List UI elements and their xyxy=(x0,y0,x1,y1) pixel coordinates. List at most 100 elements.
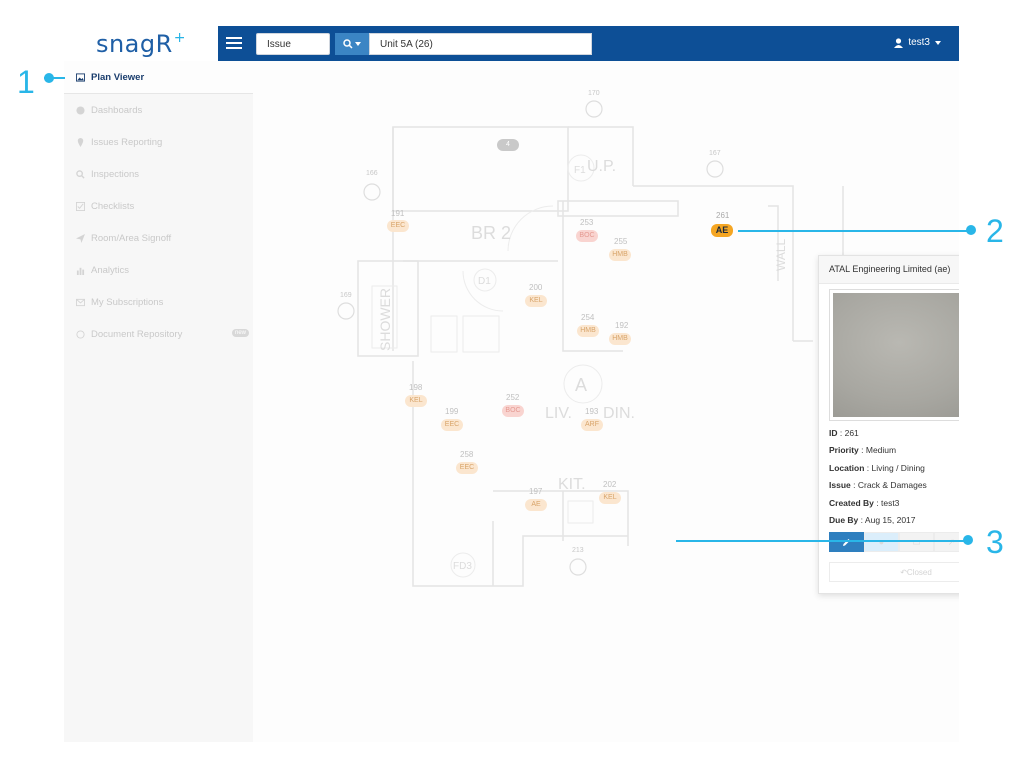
search-icon xyxy=(76,169,85,179)
callout-number-2: 2 xyxy=(986,213,1004,249)
issue-pin[interactable]: HMB xyxy=(609,249,631,261)
issue-pin[interactable]: 4 xyxy=(497,139,519,151)
sidebar-item-label: My Subscriptions xyxy=(91,296,164,308)
logo[interactable]: snagR+ xyxy=(64,26,218,61)
sidebar-item-analytics[interactable]: Analytics xyxy=(64,254,253,286)
room-label-liv: LIV. xyxy=(545,405,572,422)
sidebar-item-label: Document Repository xyxy=(91,328,183,340)
share-icon: ↗ xyxy=(948,537,956,548)
crosshair-marker-icon[interactable] xyxy=(569,558,587,576)
pin-id: 261 xyxy=(716,211,730,220)
marker-id: 169 xyxy=(340,292,352,299)
circle-label-f1: F1 xyxy=(574,165,586,176)
sidebar-item-my-subscriptions[interactable]: My Subscriptions xyxy=(64,286,253,318)
pin-id: 191 xyxy=(391,209,405,218)
photo-button[interactable]: ▭ xyxy=(899,532,934,552)
sidebar: Plan Viewer Dashboards Issues Reporting … xyxy=(64,61,253,742)
pin-id: 193 xyxy=(585,407,599,416)
crosshair-marker-icon[interactable] xyxy=(585,100,603,118)
camera-icon: ▭ xyxy=(912,537,921,548)
issue-pin[interactable]: BOC xyxy=(502,405,524,417)
issue-id: ID : 261 xyxy=(829,428,859,438)
issue-pin[interactable]: EEC xyxy=(456,462,478,474)
issue-pin[interactable]: KEL xyxy=(405,395,427,407)
bar-chart-icon xyxy=(76,267,85,275)
share-button[interactable]: ↗ xyxy=(934,532,959,552)
issue-pin[interactable]: HMB xyxy=(577,325,599,337)
plan-viewer-canvas[interactable]: BR 2 U.P. LIV. DIN. KIT. OF SHOWER WALL … xyxy=(253,61,959,742)
sidebar-item-document-repository[interactable]: Document Repository new xyxy=(64,318,253,350)
search-input[interactable]: Unit 5A (26) xyxy=(369,33,592,55)
checklist-icon xyxy=(76,201,85,211)
selected-issue-pin[interactable]: AE xyxy=(711,224,733,237)
crosshair-marker-icon[interactable] xyxy=(363,183,381,201)
edit-button[interactable] xyxy=(829,532,864,552)
user-name: test3 xyxy=(908,37,930,48)
top-bar: Issue Unit 5A (26) test3 xyxy=(218,26,959,61)
document-icon xyxy=(76,329,85,339)
sidebar-item-inspections[interactable]: Inspections xyxy=(64,158,253,190)
pin-id: 255 xyxy=(614,237,628,246)
circle-label-d1: D1 xyxy=(478,276,491,287)
issue-pin[interactable]: BOC xyxy=(576,230,598,242)
sidebar-item-label: Analytics xyxy=(91,264,130,276)
callout-number-3: 3 xyxy=(986,524,1004,560)
marker-id: 213 xyxy=(572,547,584,554)
app-window: snagR+ Issue Unit 5A (26) test3 Plan Vie… xyxy=(64,26,959,742)
pin-id: 253 xyxy=(580,218,594,227)
issue-pin[interactable]: ARF xyxy=(581,419,603,431)
issue-pin[interactable]: EEC xyxy=(387,220,409,232)
room-label-up: U.P. xyxy=(587,158,616,175)
marker-id: 167 xyxy=(709,150,721,157)
pin-id: 197 xyxy=(529,487,543,496)
issue-pin[interactable]: KEL xyxy=(525,295,547,307)
user-menu[interactable]: test3 xyxy=(894,37,941,48)
room-label-kit: KIT. xyxy=(558,476,586,493)
sidebar-item-label: Checklists xyxy=(91,200,135,212)
search-icon xyxy=(343,39,353,49)
issue-pin[interactable]: EEC xyxy=(441,419,463,431)
sidebar-item-label: Inspections xyxy=(91,168,140,180)
pin-id: 254 xyxy=(581,313,595,322)
sidebar-item-room-area-signoff[interactable]: Room/Area Signoff xyxy=(64,222,253,254)
callout-dot-1 xyxy=(44,73,54,83)
sidebar-item-issues-reporting[interactable]: Issues Reporting xyxy=(64,126,253,158)
closed-button[interactable]: ↶Closed xyxy=(829,562,959,582)
issue-priority: Priority : Medium xyxy=(829,445,897,455)
hamburger-menu-icon[interactable] xyxy=(224,33,244,53)
callout-dot-2 xyxy=(966,225,976,235)
search-button[interactable] xyxy=(335,33,369,55)
sidebar-item-plan-viewer[interactable]: Plan Viewer xyxy=(64,61,253,94)
callout-number-1: 1 xyxy=(17,64,35,100)
callout-dot-3 xyxy=(963,535,973,545)
marker-id: 166 xyxy=(366,170,378,177)
issue-actions: ● ▭ ↗ ✕ xyxy=(829,532,959,552)
pin-id: 202 xyxy=(603,480,617,489)
search-type-select[interactable]: Issue xyxy=(256,33,330,55)
callout-line-3 xyxy=(676,540,972,542)
image-icon xyxy=(76,72,85,82)
issue-pin[interactable]: HMB xyxy=(609,333,631,345)
issue-location: Location : Living / Dining xyxy=(829,463,925,473)
marker-id: 170 xyxy=(588,90,600,97)
undo-icon: ↶ xyxy=(900,568,907,577)
sidebar-item-dashboards[interactable]: Dashboards xyxy=(64,94,253,126)
circle-label-fd3: FD3 xyxy=(453,561,472,572)
room-label-din: DIN. xyxy=(603,405,635,422)
sidebar-item-checklists[interactable]: Checklists xyxy=(64,190,253,222)
issue-pin[interactable]: AE xyxy=(525,499,547,511)
crosshair-marker-icon[interactable] xyxy=(706,160,724,178)
comment-button[interactable]: ● xyxy=(864,532,899,552)
comment-icon: ● xyxy=(878,537,885,547)
callout-line-2 xyxy=(738,230,972,232)
issue-due-by: Due By : Aug 15, 2017 xyxy=(829,515,916,525)
issue-created-by: Created By : test3 xyxy=(829,498,900,508)
issue-photo[interactable] xyxy=(829,289,959,421)
room-label-shower: SHOWER xyxy=(377,288,393,351)
pin-id: 200 xyxy=(529,283,543,292)
crosshair-marker-icon[interactable] xyxy=(337,302,355,320)
issue-type: Issue : Crack & Damages xyxy=(829,480,927,490)
sidebar-item-label: Room/Area Signoff xyxy=(91,232,172,244)
caret-down-icon xyxy=(355,42,361,46)
issue-pin[interactable]: KEL xyxy=(599,492,621,504)
